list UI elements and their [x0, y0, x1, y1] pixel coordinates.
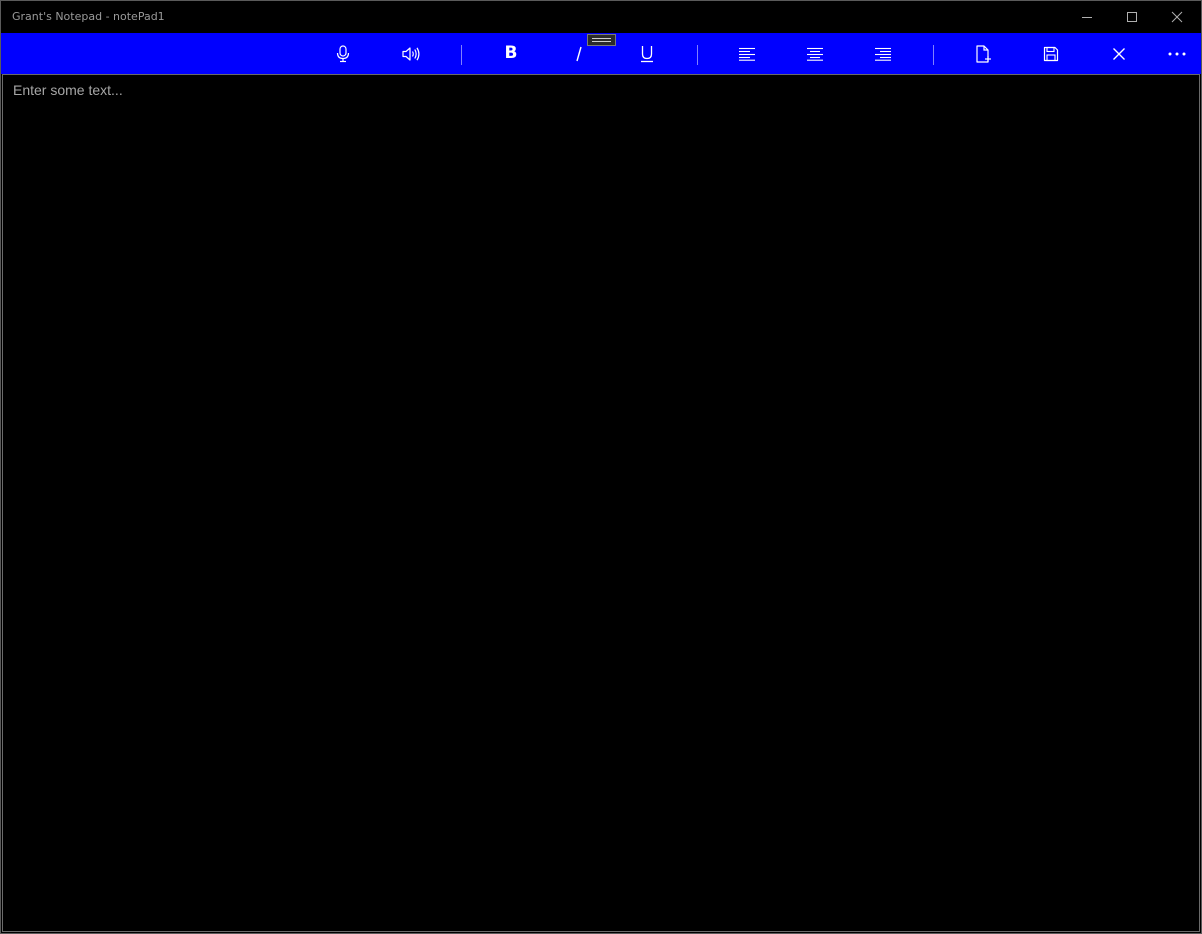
- save-button[interactable]: [1023, 33, 1079, 74]
- maximize-window-button[interactable]: [1109, 1, 1155, 33]
- dictate-button[interactable]: [315, 33, 371, 74]
- toolbar-separator: [461, 45, 462, 65]
- bold-button[interactable]: B: [483, 33, 539, 74]
- text-editor[interactable]: Enter some text...: [2, 74, 1200, 932]
- title-bar[interactable]: Grant's Notepad - notePad1: [1, 1, 1201, 33]
- underline-button[interactable]: [619, 33, 675, 74]
- align-right-icon: [875, 47, 891, 61]
- window-title: Grant's Notepad - notePad1: [12, 10, 165, 23]
- maximize-icon: [1127, 12, 1137, 22]
- speaker-icon: [402, 46, 420, 61]
- grip-line: [592, 38, 611, 39]
- editor-placeholder: Enter some text...: [13, 82, 123, 98]
- new-document-icon: [976, 44, 991, 63]
- bold-icon: B: [504, 43, 518, 63]
- italic-icon: [576, 46, 582, 61]
- underline-icon: [641, 45, 653, 62]
- align-center-button[interactable]: [787, 33, 843, 74]
- more-icon: [1168, 52, 1186, 55]
- new-document-button[interactable]: [955, 33, 1011, 74]
- grip-line: [592, 41, 611, 42]
- minimize-icon: [1082, 17, 1092, 18]
- microphone-icon: [336, 44, 350, 62]
- align-center-icon: [807, 47, 823, 61]
- toolbar-separator: [697, 45, 698, 65]
- more-options-button[interactable]: [1149, 33, 1201, 74]
- app-window: Grant's Notepad - notePad1 B Enter some …: [0, 0, 1202, 934]
- align-left-icon: [739, 47, 755, 61]
- close-document-button[interactable]: [1091, 33, 1147, 74]
- read-aloud-button[interactable]: [383, 33, 439, 74]
- close-icon: [1113, 47, 1125, 60]
- toolbar-drag-handle[interactable]: [587, 34, 616, 46]
- close-icon: [1171, 11, 1183, 23]
- minimize-window-button[interactable]: [1064, 1, 1110, 33]
- align-left-button[interactable]: [719, 33, 775, 74]
- align-right-button[interactable]: [855, 33, 911, 74]
- close-window-button[interactable]: [1154, 1, 1200, 33]
- save-icon: [1043, 46, 1059, 61]
- toolbar-separator: [933, 45, 934, 65]
